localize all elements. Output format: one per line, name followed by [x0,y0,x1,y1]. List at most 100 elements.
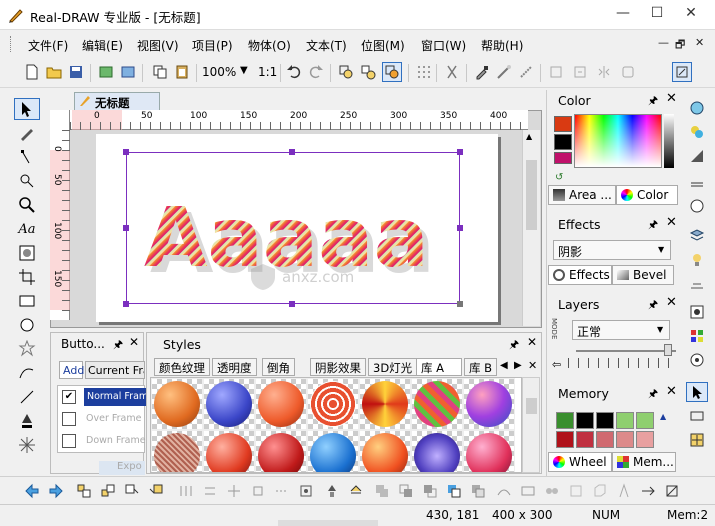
memory-swatch[interactable] [636,431,654,448]
intersect-icon[interactable] [396,481,416,501]
curve-tool-icon[interactable] [14,362,40,384]
move-left-icon[interactable] [22,481,42,501]
shape-icon[interactable] [618,62,638,82]
frame-item[interactable]: Over Frame [86,413,141,424]
memory-swatch[interactable] [616,412,634,429]
transform-icon[interactable] [546,62,566,82]
frame-icon[interactable] [296,481,316,501]
light-panel-icon[interactable] [686,250,708,270]
menu-object[interactable]: 物体(O) [248,37,291,54]
texture-panel-icon[interactable] [686,274,708,294]
tab-area[interactable]: Area ... [548,185,616,205]
style-swatch[interactable] [307,378,359,430]
frame-checkbox[interactable] [62,434,76,448]
magic-wand-icon[interactable] [494,62,514,82]
color-panel-icon[interactable] [686,98,708,118]
blend-mode-select[interactable]: 正常 ▼ [572,320,670,340]
extrude-icon[interactable] [590,481,610,501]
export-button[interactable]: Expo [99,461,145,475]
line-style-icon[interactable] [686,172,708,192]
copy-icon[interactable] [150,62,170,82]
style-swatch[interactable] [255,430,307,472]
link-icon[interactable] [638,481,658,501]
export-icon[interactable] [118,62,138,82]
menu-bitmap[interactable]: 位图(M) [361,37,405,54]
transform-tool-icon[interactable] [14,170,40,192]
selection-handle[interactable] [123,301,129,307]
menu-project[interactable]: 项目(P) [192,37,233,54]
undo-icon[interactable] [284,62,304,82]
fill-tool-icon[interactable] [14,410,40,432]
brush-icon[interactable] [516,62,536,82]
add-button[interactable]: Add [59,361,84,379]
center-v-icon[interactable] [248,481,268,501]
contour-icon[interactable] [566,481,586,501]
zoom-dropdown-icon[interactable]: ▼ [240,65,248,76]
flip-icon[interactable] [594,62,614,82]
import-icon[interactable] [96,62,116,82]
close-icon[interactable]: ✕ [666,215,677,230]
sparkle-tool-icon[interactable] [14,434,40,456]
scroll-thumb[interactable] [526,398,537,414]
align-left-icon[interactable] [122,481,142,501]
current-frame-tab[interactable]: Current Fra [85,361,145,379]
memory-panel-icon[interactable] [686,382,708,402]
memory-swatch[interactable] [576,412,594,429]
snap-icon[interactable] [672,62,692,82]
crop-tool-icon[interactable] [14,266,40,288]
tab-memory[interactable]: Mem... [612,452,676,472]
color-spectrum[interactable] [574,114,662,168]
zoom-tool-icon[interactable] [14,194,40,216]
style-swatch[interactable] [411,378,463,430]
gradient-panel-icon[interactable] [686,146,708,166]
pin-icon[interactable]: 🖈 [648,385,658,404]
menu-window[interactable]: 窗口(W) [421,37,466,54]
distribute-icon[interactable] [176,481,196,501]
selection-handle[interactable] [123,225,129,231]
blend-icon[interactable] [542,481,562,501]
maximize-button[interactable]: ☐ [640,0,674,28]
tab-transparency[interactable]: 透明度 [212,358,257,376]
tab-color[interactable]: Color [616,185,678,205]
pin-icon[interactable]: 🖈 [648,296,658,315]
shape-panel-icon[interactable] [686,196,708,216]
selection-handle[interactable] [123,149,129,155]
style-swatch[interactable] [255,378,307,430]
star-tool-icon[interactable] [14,338,40,360]
styles-panel-icon[interactable] [686,122,708,142]
line-tool-icon[interactable] [14,386,40,408]
convert-icon[interactable] [662,481,682,501]
menu-view[interactable]: 视图(V) [137,37,179,54]
envelope-icon[interactable] [518,481,538,501]
close-icon[interactable]: ✕ [527,335,537,349]
style-swatch[interactable] [463,378,515,430]
opacity-slider-thumb[interactable] [664,344,672,356]
menu-edit[interactable]: 编辑(E) [82,37,123,54]
selection-handle[interactable] [289,149,295,155]
mdi-restore-button[interactable]: 🗗 [675,36,685,55]
zoom-select[interactable]: 100% [202,65,236,79]
memory-swatch[interactable] [596,431,614,448]
paste-icon[interactable] [172,62,192,82]
extra-color-swatch[interactable] [554,152,572,164]
actual-size-button[interactable]: 1:1 [258,65,277,79]
memory-swatch[interactable] [596,412,614,429]
selection-handle[interactable] [289,301,295,307]
object-panel-icon[interactable] [686,350,708,370]
frame-item[interactable]: Down Frame [86,435,146,446]
effects-panel-icon[interactable] [686,302,708,322]
selection-handle[interactable] [457,149,463,155]
grid-icon[interactable] [414,62,434,82]
selection-handle[interactable] [457,301,463,307]
close-button[interactable]: ✕ [674,0,708,28]
scroll-up-icon[interactable]: ▲ [526,132,532,141]
new-file-icon[interactable] [22,62,42,82]
style-swatch[interactable] [203,378,255,430]
scroll-up-icon[interactable]: ▲ [660,412,666,421]
pin-icon[interactable]: 🖈 [648,92,658,111]
pin-icon[interactable]: 🖈 [113,336,123,355]
memory-swatch[interactable] [616,431,634,448]
close-icon[interactable]: ✕ [129,335,139,349]
reset-color-icon[interactable]: ↺ [555,172,563,183]
tab-library-a[interactable]: 库 A [416,358,462,376]
